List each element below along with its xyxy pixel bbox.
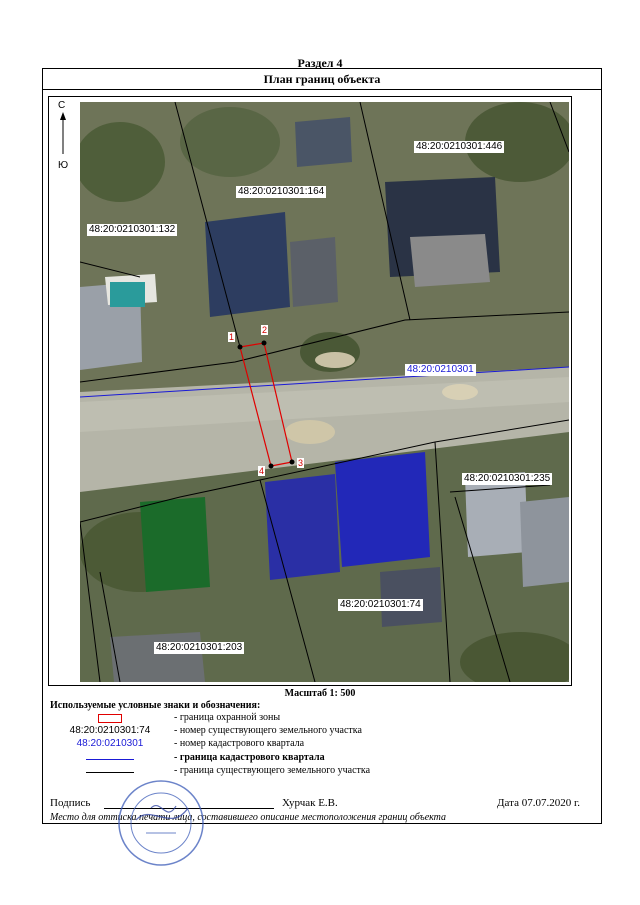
legend-title: Используемые условные знаки и обозначени… [50,700,261,711]
point-label: 4 [258,466,266,476]
satellite-map: 48:20:0210301:446 48:20:0210301:164 48:2… [80,102,569,682]
plan-title: План границ объекта [42,68,602,90]
point-label: 3 [297,458,305,468]
quarter-border-swatch [50,752,170,766]
parcel-label: 48:20:0210301:164 [236,186,327,198]
legend-item-quarter-number: 48:20:0210301 - номер кадастрового кварт… [76,738,305,749]
signature-label: Подпись [50,797,91,809]
seal-stamp-icon [118,780,204,866]
point-label: 2 [261,325,269,335]
parcel-label: 48:20:0210301:74 [338,599,423,611]
quarter-label: 48:20:0210301 [405,364,476,376]
parcel-border-swatch [50,765,170,779]
legend-item-zone: - граница охранной зоны [50,712,580,726]
compass-south-label: Ю [58,160,69,171]
legend-item-parcel-number: 48:20:0210301:74 - номер существующего з… [69,725,362,736]
legend-item-parcel-border: - граница существующего земельного участ… [50,765,580,779]
north-arrow-icon: С Ю [54,100,74,180]
parcel-label: 48:20:0210301:235 [462,473,553,485]
document-date: Дата 07.07.2020 г. [497,797,580,809]
point-label: 1 [228,332,236,342]
parcel-label: 48:20:0210301:203 [154,642,245,654]
stamp-note: Место для оттиска печати лица, составивш… [50,812,447,823]
signer-name: Хурчак Е.В. [282,797,338,809]
map-scale: Масштаб 1: 500 [284,688,356,699]
parcel-label: 48:20:0210301:132 [87,224,178,236]
parcel-label: 48:20:0210301:446 [414,141,505,153]
zone-border-swatch [50,712,170,726]
legend-item-quarter-border: - граница кадастрового квартала [50,752,580,766]
